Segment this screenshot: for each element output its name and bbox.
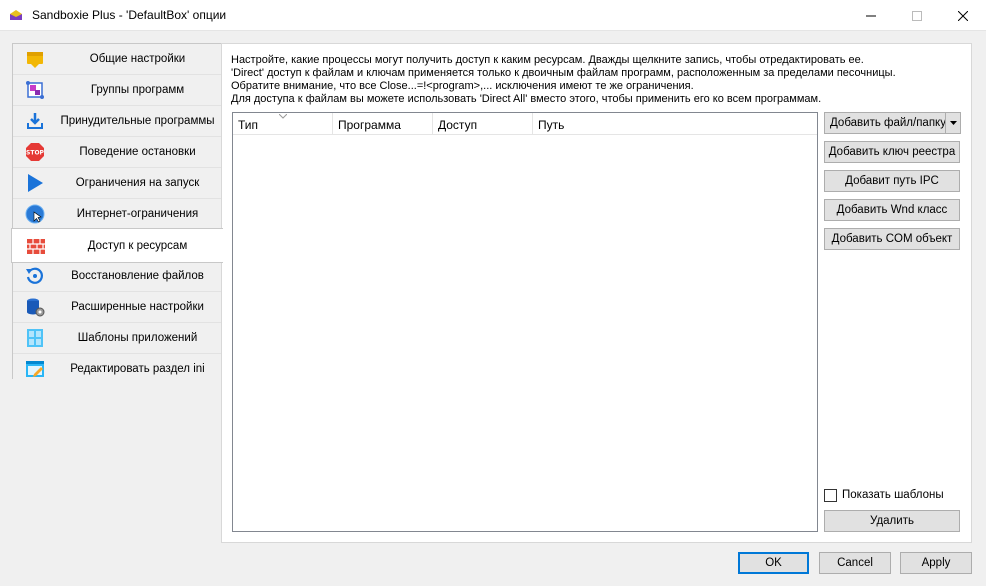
app-templates-icon bbox=[27, 329, 43, 347]
sidebar-item-start-restrictions[interactable]: Ограничения на запуск bbox=[13, 168, 222, 199]
description-line: Обратите внимание, что все Close...=!<pr… bbox=[231, 80, 694, 92]
chevron-down-icon bbox=[949, 121, 957, 125]
access-rules-table[interactable]: Тип Программа Доступ Путь bbox=[232, 112, 818, 532]
sidebar-item-label: Расширенные настройки bbox=[71, 301, 204, 313]
sidebar-item-label: Группы программ bbox=[90, 84, 185, 96]
sidebar-item-forced-programs[interactable]: Принудительные программы bbox=[13, 106, 222, 137]
close-icon bbox=[958, 10, 968, 21]
add-file-folder-button[interactable]: Добавить файл/папку bbox=[824, 112, 961, 134]
add-com-object-button[interactable]: Добавить COM объект bbox=[824, 228, 960, 250]
add-registry-key-button[interactable]: Добавить ключ реестра bbox=[824, 141, 960, 163]
sidebar-item-label: Поведение остановки bbox=[79, 146, 196, 158]
column-header-path[interactable]: Путь bbox=[533, 113, 817, 135]
forced-programs-icon bbox=[27, 113, 43, 129]
show-templates-label: Показать шаблоны bbox=[842, 489, 944, 501]
description-line: Настройте, какие процессы могут получить… bbox=[231, 54, 864, 66]
sidebar-item-label: Редактировать раздел ini bbox=[70, 363, 205, 375]
close-button[interactable] bbox=[940, 0, 986, 31]
resource-access-icon bbox=[27, 239, 45, 254]
minimize-button[interactable] bbox=[848, 0, 894, 31]
sidebar-item-advanced-settings[interactable]: Расширенные настройки bbox=[13, 292, 222, 323]
stop-icon: STOP bbox=[26, 143, 45, 161]
checkbox-box[interactable] bbox=[824, 489, 837, 502]
sidebar-item-file-recovery[interactable]: Восстановление файлов bbox=[13, 261, 222, 292]
title-bar: Sandboxie Plus - 'DefaultBox' опции bbox=[0, 0, 986, 31]
sidebar-item-resource-access[interactable]: Доступ к ресурсам bbox=[11, 228, 223, 263]
file-recovery-icon bbox=[26, 267, 43, 284]
sidebar-item-edit-ini[interactable]: Редактировать раздел ini bbox=[13, 354, 222, 379]
sidebar-item-label: Восстановление файлов bbox=[71, 270, 204, 282]
sandboxie-app-icon bbox=[10, 10, 22, 20]
add-file-dropdown[interactable] bbox=[945, 113, 960, 133]
internet-restrictions-icon bbox=[25, 204, 45, 224]
sidebar-item-label: Принудительные программы bbox=[60, 115, 215, 127]
maximize-icon bbox=[912, 10, 922, 21]
add-wnd-class-button[interactable]: Добавить Wnd класс bbox=[824, 199, 960, 221]
description-line: 'Direct' доступ к файлам и ключам примен… bbox=[231, 67, 896, 79]
minimize-icon bbox=[866, 15, 876, 16]
sidebar-item-label: Доступ к ресурсам bbox=[87, 240, 188, 252]
apply-button[interactable]: Apply bbox=[900, 552, 972, 574]
sidebar-item-label: Интернет-ограничения bbox=[76, 208, 199, 220]
table-header: Тип Программа Доступ Путь bbox=[233, 113, 817, 135]
sidebar-item-program-groups[interactable]: Группы программ bbox=[13, 75, 222, 106]
sidebar-item-stop-behavior[interactable]: STOP Поведение остановки bbox=[13, 137, 222, 168]
svg-text:STOP: STOP bbox=[26, 150, 45, 157]
start-restrictions-icon bbox=[28, 174, 43, 192]
program-groups-icon bbox=[26, 81, 44, 99]
sidebar-item-label: Шаблоны приложений bbox=[77, 332, 198, 344]
cancel-button[interactable]: Cancel bbox=[819, 552, 891, 574]
sidebar-item-label: Ограничения на запуск bbox=[75, 177, 200, 189]
general-settings-icon bbox=[27, 52, 43, 68]
sidebar-item-label: Общие настройки bbox=[89, 53, 186, 65]
settings-sidebar: Общие настройки Группы программ Принудит… bbox=[11, 43, 223, 379]
add-ipc-path-button[interactable]: Добавит путь IPC bbox=[824, 170, 960, 192]
sidebar-item-app-templates[interactable]: Шаблоны приложений bbox=[13, 323, 222, 354]
description-line: Для доступа к файлам вы можете использов… bbox=[231, 93, 822, 105]
window-title: Sandboxie Plus - 'DefaultBox' опции bbox=[32, 8, 227, 22]
sidebar-item-general[interactable]: Общие настройки bbox=[13, 44, 222, 75]
add-file-folder-label: Добавить файл/папку bbox=[830, 117, 946, 129]
remove-button[interactable]: Удалить bbox=[824, 510, 960, 532]
maximize-button[interactable] bbox=[894, 0, 940, 31]
description-text: Настройте, какие процессы могут получить… bbox=[231, 54, 896, 106]
edit-ini-icon bbox=[26, 361, 44, 377]
ok-button[interactable]: OK bbox=[738, 552, 809, 574]
resource-access-panel: Настройте, какие процессы могут получить… bbox=[221, 43, 972, 543]
sidebar-item-internet-restrictions[interactable]: Интернет-ограничения bbox=[13, 199, 222, 230]
column-header-type[interactable]: Тип bbox=[233, 113, 333, 135]
column-header-access[interactable]: Доступ bbox=[433, 113, 533, 135]
advanced-settings-icon bbox=[27, 298, 45, 317]
column-header-program[interactable]: Программа bbox=[333, 113, 433, 135]
